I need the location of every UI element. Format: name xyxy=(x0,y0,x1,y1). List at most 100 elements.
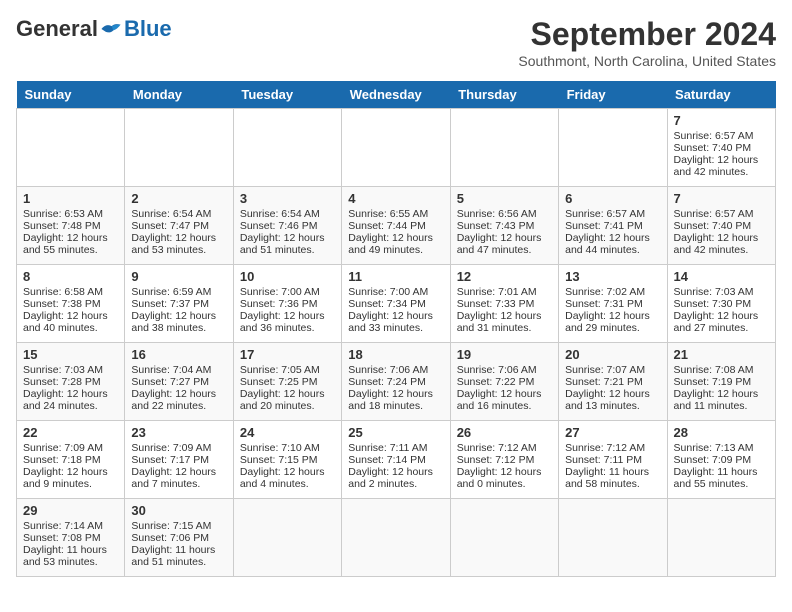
day-number: 15 xyxy=(23,347,118,362)
day-number: 12 xyxy=(457,269,552,284)
sunset-text: Sunset: 7:48 PM xyxy=(23,220,118,232)
calendar-cell: 15 Sunrise: 7:03 AMSunset: 7:28 PMDayligh… xyxy=(17,343,125,421)
daylight-text: Daylight: 12 hours and 9 minutes. xyxy=(23,466,118,490)
sunset-text: Sunset: 7:06 PM xyxy=(131,532,226,544)
calendar-cell xyxy=(559,499,667,577)
sunrise-text: Sunrise: 6:54 AM xyxy=(131,208,226,220)
day-number: 2 xyxy=(131,191,226,206)
calendar-cell: 19Sunrise: 7:06 AMSunset: 7:22 PMDayligh… xyxy=(450,343,558,421)
daylight-text: Daylight: 12 hours and 49 minutes. xyxy=(348,232,443,256)
calendar-cell: 4Sunrise: 6:55 AMSunset: 7:44 PMDaylight… xyxy=(342,187,450,265)
day-number: 10 xyxy=(240,269,335,284)
sunrise-text: Sunrise: 6:58 AM xyxy=(23,286,118,298)
sunset-text: Sunset: 7:21 PM xyxy=(565,376,660,388)
sunset-text: Sunset: 7:33 PM xyxy=(457,298,552,310)
page-header: General Blue September 2024 Southmont, N… xyxy=(16,16,776,69)
daylight-text: Daylight: 11 hours and 55 minutes. xyxy=(674,466,769,490)
calendar-cell xyxy=(125,109,233,187)
calendar-cell: 24Sunrise: 7:10 AMSunset: 7:15 PMDayligh… xyxy=(233,421,341,499)
sunrise-text: Sunrise: 6:59 AM xyxy=(131,286,226,298)
sunrise-text: Sunrise: 7:09 AM xyxy=(23,442,118,454)
sunset-text: Sunset: 7:44 PM xyxy=(348,220,443,232)
calendar-week-row: 8Sunrise: 6:58 AMSunset: 7:38 PMDaylight… xyxy=(17,265,776,343)
daylight-text: Daylight: 12 hours and 16 minutes. xyxy=(457,388,552,412)
daylight-text: Daylight: 12 hours and 4 minutes. xyxy=(240,466,335,490)
calendar-cell xyxy=(450,499,558,577)
sunrise-text: Sunrise: 7:02 AM xyxy=(565,286,660,298)
calendar-cell: 30Sunrise: 7:15 AMSunset: 7:06 PMDayligh… xyxy=(125,499,233,577)
day-number: 26 xyxy=(457,425,552,440)
col-header-monday: Monday xyxy=(125,81,233,109)
sunset-text: Sunset: 7:28 PM xyxy=(23,376,118,388)
sunrise-text: Sunrise: 7:03 AM xyxy=(23,364,118,376)
calendar-cell: 6Sunrise: 6:57 AMSunset: 7:41 PMDaylight… xyxy=(559,187,667,265)
daylight-text: Daylight: 12 hours and 29 minutes. xyxy=(565,310,660,334)
sunrise-text: Sunrise: 6:56 AM xyxy=(457,208,552,220)
col-header-sunday: Sunday xyxy=(17,81,125,109)
daylight-text: Daylight: 12 hours and 11 minutes. xyxy=(674,388,769,412)
sunrise-text: Sunrise: 7:14 AM xyxy=(23,520,118,532)
day-number: 3 xyxy=(240,191,335,206)
calendar-cell: 20Sunrise: 7:07 AMSunset: 7:21 PMDayligh… xyxy=(559,343,667,421)
calendar-header-row: SundayMondayTuesdayWednesdayThursdayFrid… xyxy=(17,81,776,109)
calendar-cell xyxy=(233,499,341,577)
col-header-friday: Friday xyxy=(559,81,667,109)
daylight-text: Daylight: 12 hours and 51 minutes. xyxy=(240,232,335,256)
month-title: September 2024 xyxy=(518,16,776,53)
daylight-text: Daylight: 12 hours and 42 minutes. xyxy=(674,232,769,256)
sunrise-text: Sunrise: 7:00 AM xyxy=(348,286,443,298)
daylight-text: Daylight: 12 hours and 40 minutes. xyxy=(23,310,118,334)
daylight-text: Daylight: 12 hours and 24 minutes. xyxy=(23,388,118,412)
calendar-cell: 11 Sunrise: 7:00 AMSunset: 7:34 PMDayligh… xyxy=(342,265,450,343)
sunset-text: Sunset: 7:36 PM xyxy=(240,298,335,310)
calendar-cell: 16Sunrise: 7:04 AMSunset: 7:27 PMDayligh… xyxy=(125,343,233,421)
day-number: 13 xyxy=(565,269,660,284)
daylight-text: Daylight: 12 hours and 55 minutes. xyxy=(23,232,118,256)
sunset-text: Sunset: 7:18 PM xyxy=(23,454,118,466)
calendar-cell: 10Sunrise: 7:00 AMSunset: 7:36 PMDayligh… xyxy=(233,265,341,343)
calendar-cell xyxy=(450,109,558,187)
sunset-text: Sunset: 7:37 PM xyxy=(131,298,226,310)
calendar-cell: 3Sunrise: 6:54 AMSunset: 7:46 PMDaylight… xyxy=(233,187,341,265)
logo-blue-text: Blue xyxy=(124,16,172,42)
sunrise-text: Sunrise: 6:57 AM xyxy=(674,208,769,220)
bird-icon xyxy=(100,20,122,38)
day-number: 25 xyxy=(348,425,443,440)
sunrise-text: Sunrise: 7:09 AM xyxy=(131,442,226,454)
sunset-text: Sunset: 7:40 PM xyxy=(674,142,769,154)
calendar-cell: 27Sunrise: 7:12 AMSunset: 7:11 PMDayligh… xyxy=(559,421,667,499)
sunset-text: Sunset: 7:22 PM xyxy=(457,376,552,388)
day-number: 7 xyxy=(674,191,769,206)
calendar-cell: 7 Sunrise: 6:57 AMSunset: 7:40 PMDaylight… xyxy=(667,187,775,265)
day-number: 7 xyxy=(674,113,769,128)
title-block: September 2024 Southmont, North Carolina… xyxy=(518,16,776,69)
day-number: 27 xyxy=(565,425,660,440)
sunset-text: Sunset: 7:09 PM xyxy=(674,454,769,466)
calendar-cell xyxy=(667,499,775,577)
day-number: 8 xyxy=(23,269,118,284)
daylight-text: Daylight: 12 hours and 0 minutes. xyxy=(457,466,552,490)
calendar-week-row: 7Sunrise: 6:57 AMSunset: 7:40 PMDaylight… xyxy=(17,109,776,187)
calendar-week-row: 22Sunrise: 7:09 AMSunset: 7:18 PMDayligh… xyxy=(17,421,776,499)
sunrise-text: Sunrise: 7:12 AM xyxy=(457,442,552,454)
sunrise-text: Sunrise: 7:15 AM xyxy=(131,520,226,532)
calendar-cell: 28Sunrise: 7:13 AMSunset: 7:09 PMDayligh… xyxy=(667,421,775,499)
sunrise-text: Sunrise: 6:54 AM xyxy=(240,208,335,220)
col-header-tuesday: Tuesday xyxy=(233,81,341,109)
sunset-text: Sunset: 7:15 PM xyxy=(240,454,335,466)
sunrise-text: Sunrise: 7:01 AM xyxy=(457,286,552,298)
daylight-text: Daylight: 11 hours and 51 minutes. xyxy=(131,544,226,568)
sunrise-text: Sunrise: 7:07 AM xyxy=(565,364,660,376)
daylight-text: Daylight: 12 hours and 33 minutes. xyxy=(348,310,443,334)
sunrise-text: Sunrise: 6:53 AM xyxy=(23,208,118,220)
calendar-cell: 7Sunrise: 6:57 AMSunset: 7:40 PMDaylight… xyxy=(667,109,775,187)
sunset-text: Sunset: 7:12 PM xyxy=(457,454,552,466)
sunset-text: Sunset: 7:40 PM xyxy=(674,220,769,232)
calendar-cell: 21Sunrise: 7:08 AMSunset: 7:19 PMDayligh… xyxy=(667,343,775,421)
daylight-text: Daylight: 12 hours and 18 minutes. xyxy=(348,388,443,412)
day-number: 11 xyxy=(348,269,443,284)
sunset-text: Sunset: 7:17 PM xyxy=(131,454,226,466)
daylight-text: Daylight: 12 hours and 20 minutes. xyxy=(240,388,335,412)
sunset-text: Sunset: 7:34 PM xyxy=(348,298,443,310)
sunrise-text: Sunrise: 7:12 AM xyxy=(565,442,660,454)
